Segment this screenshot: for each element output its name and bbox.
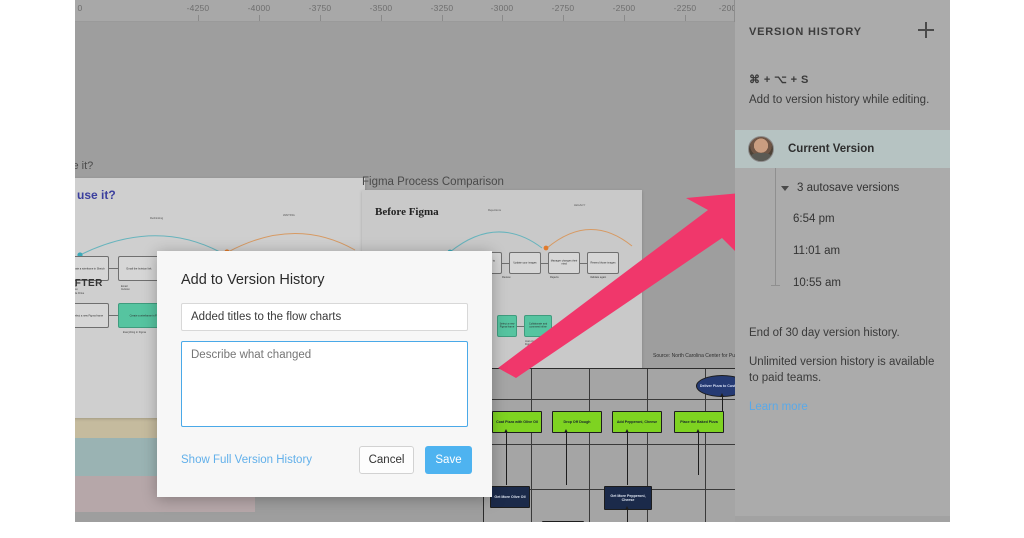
flow-connector	[580, 263, 587, 264]
flow-connector	[109, 268, 118, 269]
after-section-label: AFTER	[75, 278, 103, 289]
ruler-tickmark	[320, 15, 321, 21]
flow-connector	[517, 326, 524, 327]
left-arc-label: WAITING	[283, 213, 295, 217]
pizza-arrow	[625, 429, 629, 485]
pizza-arrow	[504, 429, 508, 485]
page-margin-left	[0, 0, 75, 538]
version-item[interactable]: 10:55 am	[793, 277, 841, 289]
ruler-tick: -3750	[308, 3, 332, 13]
ruler-tickmark	[685, 15, 686, 21]
keyboard-shortcut: ⌘ + ⌥ + S	[749, 74, 809, 86]
page-margin-bottom	[0, 522, 1024, 538]
show-full-version-history-link[interactable]: Show Full Version History	[181, 454, 312, 466]
pizza-node-green[interactable]: Add Pepperoni, Cheese	[612, 411, 662, 433]
flow-connector	[541, 263, 548, 264]
save-button[interactable]: Save	[425, 446, 472, 474]
pizza-node-navy[interactable]: Get More Olive Oil	[490, 486, 530, 508]
flow-node-sublabel: Rejects	[550, 276, 559, 279]
paid-teams-note: Unlimited version history is available t…	[749, 356, 935, 384]
ruler-tickmark	[381, 15, 382, 21]
version-timeline	[771, 168, 780, 286]
ruler-tick: -2750	[551, 3, 575, 13]
pizza-swimlane-chart[interactable]: Deliver Pizza to Customer Coat Pizza wit…	[483, 368, 735, 522]
ruler-tick: -3250	[430, 3, 454, 13]
ruler-tickmark	[198, 15, 199, 21]
right-frame-title: Figma Process Comparison	[362, 176, 504, 188]
avatar	[748, 136, 774, 162]
ruler-tick: 0	[77, 3, 83, 13]
pizza-arrow	[720, 393, 724, 411]
version-history-panel[interactable]: VERSION HISTORY ⌘ + ⌥ + S Add to version…	[735, 0, 950, 522]
ruler-tick: -3500	[369, 3, 393, 13]
left-frame-title: se it?	[75, 160, 94, 172]
shortcut-description: Add to version history while editing.	[749, 94, 930, 106]
ruler-tick: -2500	[612, 3, 636, 13]
flow-node-after[interactable]: Collaborate and comment inline	[524, 315, 552, 337]
current-version-row[interactable]: Current Version	[735, 130, 950, 168]
flow-node[interactable]: Update your images	[509, 252, 541, 274]
chevron-down-icon[interactable]	[781, 185, 789, 191]
ruler-tick: -4250	[186, 3, 210, 13]
version-item[interactable]: 11:01 am	[793, 245, 840, 257]
cancel-button[interactable]: Cancel	[359, 446, 414, 474]
dialog-title: Add to Version History	[181, 272, 325, 288]
plus-icon[interactable]	[916, 20, 936, 40]
end-of-history-note: End of 30 day version history.	[749, 327, 900, 339]
right-arc-label: Rejections	[488, 208, 502, 212]
version-name-input[interactable]	[181, 303, 468, 331]
ruler-tickmark	[259, 15, 260, 21]
page-margin-right	[950, 0, 1024, 538]
flow-node-sublabel: Email Invision	[121, 285, 130, 292]
version-item[interactable]: 6:54 pm	[793, 213, 835, 225]
ruler-tickmark	[442, 15, 443, 21]
pizza-arrow	[625, 506, 629, 522]
flow-connector	[502, 263, 509, 264]
ruler-tick: -4000	[247, 3, 271, 13]
panel-header: VERSION HISTORY	[735, 0, 950, 62]
flow-node[interactable]: Manager changes their mind	[548, 252, 580, 274]
ruler-tickmark	[624, 15, 625, 21]
flow-node[interactable]: Email the Invision link	[118, 256, 160, 281]
flow-node[interactable]: Resend those images	[587, 252, 619, 274]
pizza-node-green[interactable]: Coat Pizza with Olive Oil	[492, 411, 542, 433]
version-description-input[interactable]	[181, 341, 468, 427]
flow-node-sublabel: Validate again	[590, 276, 607, 279]
flow-node-after[interactable]: Select a new Figma frame	[75, 303, 109, 328]
flow-node-sublabel: Review	[502, 276, 511, 279]
flow-node-sublabel: Everything in Figma	[123, 331, 146, 334]
right-arc-label: LEGACY	[574, 203, 586, 207]
current-version-label: Current Version	[788, 143, 875, 155]
pizza-arrow	[564, 429, 568, 485]
learn-more-link[interactable]: Learn more	[749, 401, 808, 413]
pizza-node-green[interactable]: Drop Off Dough	[552, 411, 602, 433]
flow-connector	[109, 315, 118, 316]
flow-node-after[interactable]: Select a new Figma frame	[497, 315, 517, 337]
ruler-tick: -2000	[718, 3, 735, 13]
pizza-arrow	[696, 429, 700, 475]
ruler-tick: -2250	[673, 3, 697, 13]
ruler-tickmark	[563, 15, 564, 21]
panel-title: VERSION HISTORY	[749, 26, 862, 38]
pizza-chart-source: Source: North Carolina Center for Public…	[653, 353, 735, 359]
pizza-node-deliver[interactable]: Deliver Pizza to Customer	[696, 375, 735, 397]
flow-node-sublabel: Just one link in Figma, files in one Fig…	[525, 340, 564, 347]
add-to-version-history-dialog[interactable]: Add to Version History Show Full Version…	[157, 251, 492, 497]
horizontal-ruler[interactable]: 0 -4250 -4000 -3750 -3500 -3250 -3000 -2…	[75, 0, 735, 22]
ruler-tick: -3000	[490, 3, 514, 13]
ruler-tickmark	[502, 15, 503, 21]
screenshot-root: 0 -4250 -4000 -3750 -3500 -3250 -3000 -2…	[0, 0, 1024, 538]
autosave-group-toggle[interactable]: 3 autosave versions	[781, 182, 899, 194]
left-arc-label: Rethinking	[150, 216, 164, 220]
autosave-group-label: 3 autosave versions	[797, 182, 900, 194]
